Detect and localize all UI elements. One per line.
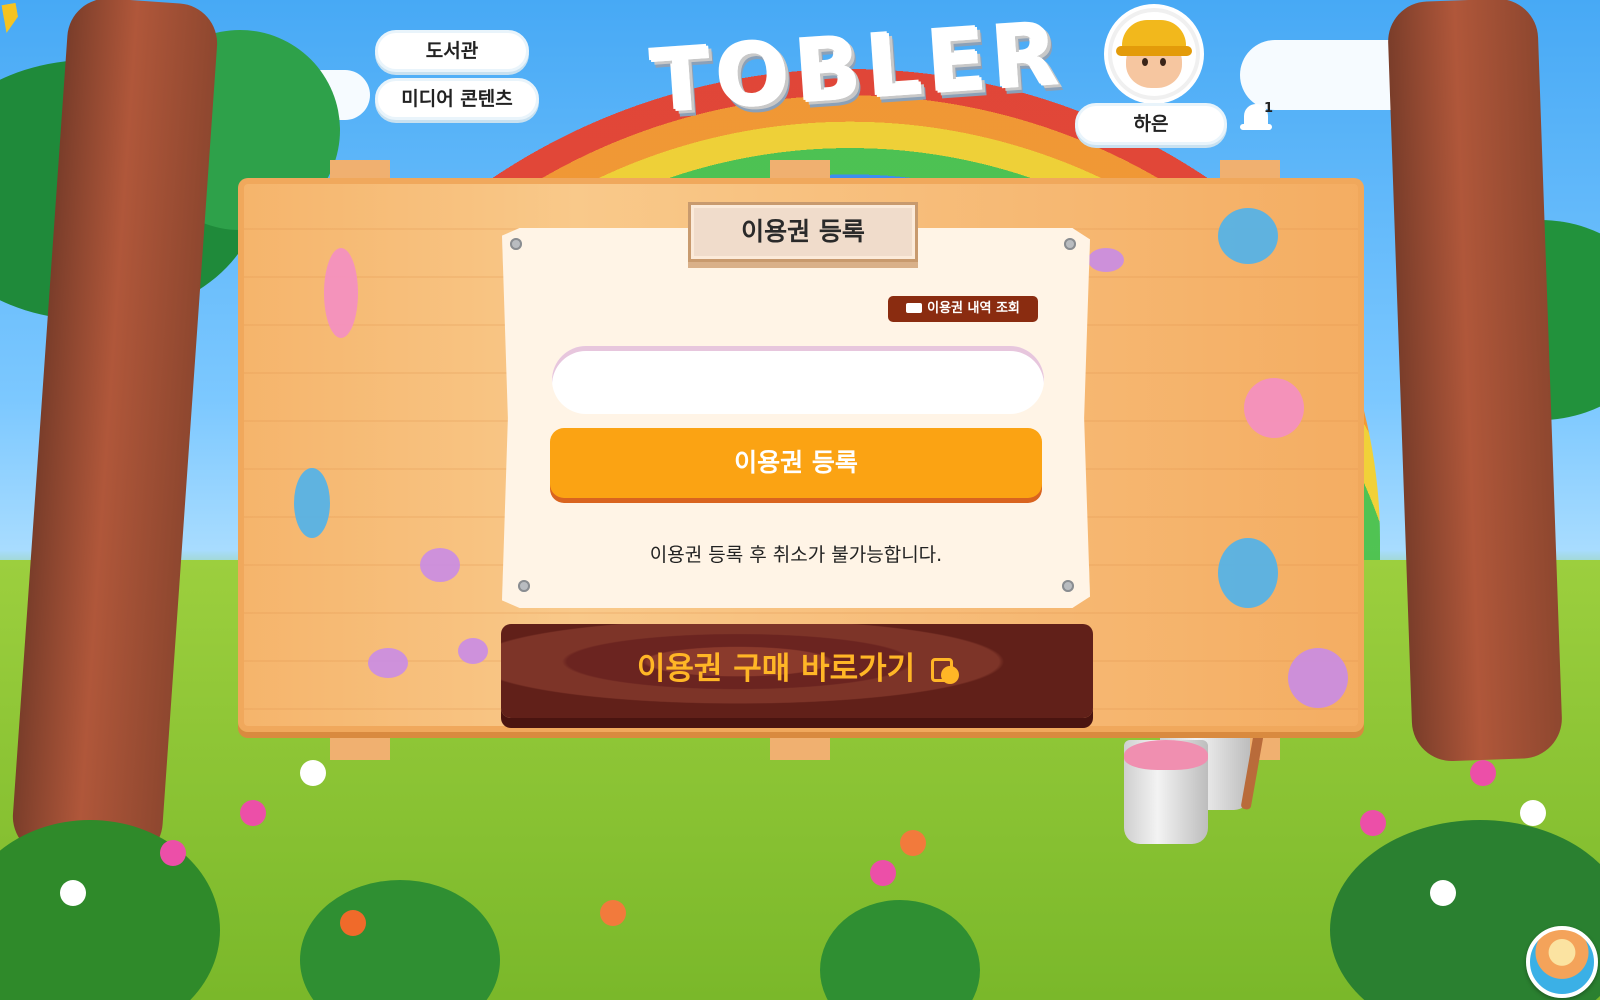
paint-splat (420, 548, 460, 582)
paint-splat (1218, 538, 1278, 608)
tobler-logo: TOBLER (648, 4, 1068, 134)
avatar-eye (1160, 58, 1166, 66)
paint-splat (368, 648, 408, 678)
voucher-code-input[interactable] (552, 346, 1044, 414)
flower (340, 910, 366, 936)
avatar-eye (1142, 58, 1148, 66)
flower (300, 760, 326, 786)
purchase-button[interactable]: 이용권 구매 바로가기 (501, 624, 1093, 718)
paint-bucket (1124, 740, 1208, 844)
flower (900, 830, 926, 856)
flower (60, 880, 86, 906)
history-button[interactable]: 이용권 내역 조회 (888, 296, 1038, 322)
notification-count: 1 (1264, 101, 1274, 116)
paint-splat (324, 248, 358, 338)
avatar-hat (1116, 20, 1192, 56)
flower (1520, 800, 1546, 826)
avatar[interactable] (1108, 8, 1200, 100)
screw (1064, 238, 1076, 250)
nav-library[interactable]: 도서관 (375, 30, 529, 72)
flower (1430, 880, 1456, 906)
globe-island-icon[interactable] (1526, 926, 1598, 998)
screw (1062, 580, 1074, 592)
paint-splat (294, 468, 330, 538)
purchase-button-label: 이용권 구매 바로가기 (636, 651, 916, 687)
flower (160, 840, 186, 866)
tree-trunk (1386, 0, 1564, 763)
flower (1360, 810, 1386, 836)
flower (1470, 760, 1496, 786)
screw (518, 580, 530, 592)
paint-splat (458, 638, 488, 664)
history-button-label: 이용권 내역 조회 (927, 301, 1020, 316)
nav-media-content[interactable]: 미디어 콘텐츠 (375, 78, 539, 120)
register-button[interactable]: 이용권 등록 (550, 428, 1042, 498)
user-name[interactable]: 하은 (1075, 103, 1227, 145)
flower (600, 900, 626, 926)
paint-splat (1288, 648, 1348, 708)
ticket-icon (906, 303, 923, 313)
flower (870, 860, 896, 886)
flower (240, 800, 266, 826)
paint-splat (1088, 248, 1124, 272)
paint-splat (1244, 378, 1304, 438)
panel-title: 이용권 등록 (688, 202, 918, 262)
paint-splat (1218, 208, 1278, 264)
paint (1124, 740, 1208, 770)
cancel-notice: 이용권 등록 후 취소가 불가능합니다. (649, 544, 943, 566)
screw (510, 238, 522, 250)
shopping-bag-won-icon (931, 652, 960, 684)
